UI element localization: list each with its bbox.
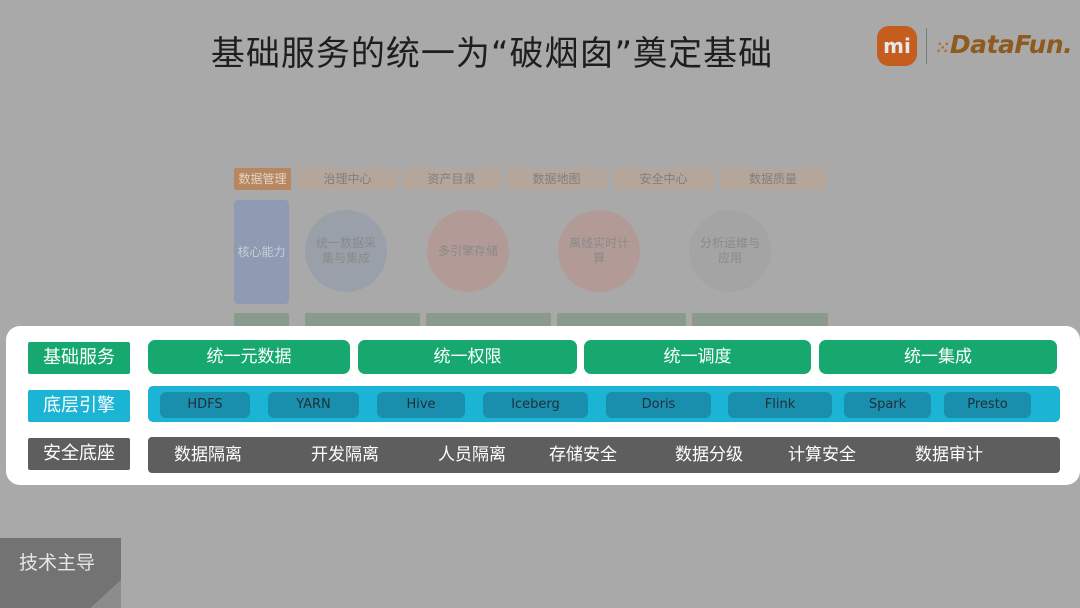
engine-spark: Spark — [844, 392, 931, 418]
bg-circle-analytics: 分析运维与应用 — [689, 210, 771, 292]
bg-strip — [692, 313, 828, 327]
row-label-engine: 底层引擎 — [28, 390, 130, 422]
bg-strip — [305, 313, 420, 327]
bg-tab-asset-catalog: 资产目录 — [403, 168, 500, 190]
security-data-isolation: 数据隔离 — [174, 445, 242, 465]
security-storage: 存储安全 — [549, 445, 617, 465]
bg-strip — [234, 313, 289, 327]
xiaomi-logo: mi — [877, 26, 917, 66]
row-label-security: 安全底座 — [28, 438, 130, 470]
bg-tab-data-quality: 数据质量 — [720, 168, 826, 190]
engine-iceberg: Iceberg — [483, 392, 588, 418]
datafun-logo-text: DataFun. — [949, 30, 1073, 59]
security-personnel-isolation: 人员隔离 — [438, 445, 506, 465]
security-compute: 计算安全 — [788, 445, 856, 465]
page-title: 基础服务的统一为“破烟囱”奠定基础 — [210, 34, 774, 74]
engine-hive: Hive — [377, 392, 465, 418]
bg-tab-data-map: 数据地图 — [506, 168, 607, 190]
security-dev-isolation: 开发隔离 — [311, 445, 379, 465]
base-service-scheduling: 统一调度 — [584, 340, 811, 374]
bg-circle-storage: 多引擎存储 — [427, 210, 509, 292]
base-service-permission: 统一权限 — [358, 340, 577, 374]
bg-circle-integration: 统一数据采集与集成 — [305, 210, 387, 292]
datafun-logo: ⁙DataFun. — [936, 30, 1073, 59]
bg-tab-security-center: 安全中心 — [613, 168, 714, 190]
logo-divider — [926, 28, 927, 64]
security-data-grading: 数据分级 — [675, 445, 743, 465]
engine-yarn: YARN — [268, 392, 359, 418]
engine-hdfs: HDFS — [160, 392, 250, 418]
row-label-base-service: 基础服务 — [28, 342, 130, 374]
engine-presto: Presto — [944, 392, 1031, 418]
engine-flink: Flink — [728, 392, 832, 418]
bg-strip — [557, 313, 686, 327]
base-service-metadata: 统一元数据 — [148, 340, 350, 374]
bg-circle-compute: 离线实时计算 — [558, 210, 640, 292]
bg-tab-data-management: 数据管理 — [234, 168, 291, 190]
bg-core-capability: 核心能力 — [234, 200, 289, 304]
datafun-dots-icon: ⁙ — [936, 38, 949, 57]
ribbon-label: 技术主导 — [19, 552, 96, 574]
bg-tab-governance: 治理中心 — [297, 168, 398, 190]
security-data-audit: 数据审计 — [915, 445, 983, 465]
engine-doris: Doris — [606, 392, 711, 418]
bg-strip — [426, 313, 551, 327]
base-service-integration: 统一集成 — [819, 340, 1057, 374]
